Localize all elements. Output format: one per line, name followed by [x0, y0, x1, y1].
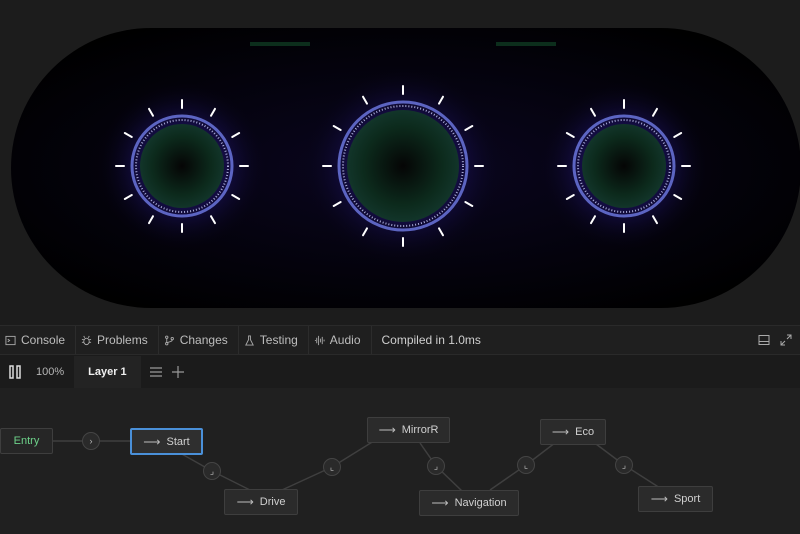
- flask-icon: [244, 334, 254, 346]
- tab-problems[interactable]: Problems: [76, 326, 159, 354]
- right-gauge-face: [582, 124, 666, 208]
- node-start[interactable]: ⟶ Start: [130, 428, 203, 455]
- arrow-icon: ⟶: [650, 492, 668, 506]
- node-sport-label: Sport: [673, 493, 701, 505]
- right-gauge: [540, 82, 708, 250]
- corner-icon: ⌞: [523, 459, 529, 470]
- tab-changes-label: Changes: [179, 333, 228, 347]
- transition-navigation-eco[interactable]: ⌞: [517, 456, 535, 474]
- bug-icon: [81, 335, 92, 345]
- tab-console-label: Console: [21, 333, 66, 347]
- console-icon: [5, 335, 16, 345]
- hamburger-icon: [149, 367, 162, 377]
- panel-tabbar: Console Problems Changes Testing Audio C…: [0, 325, 800, 355]
- node-entry[interactable]: Entry: [0, 428, 53, 454]
- indicator-bar-right: [496, 42, 556, 46]
- arrow-icon: ⟶: [236, 495, 254, 509]
- corner-icon: ⌞: [329, 461, 335, 472]
- panel-toggle-icon[interactable]: [758, 334, 770, 346]
- tab-testing[interactable]: Testing: [239, 326, 309, 354]
- node-mirrorr-label: MirrorR: [401, 424, 439, 436]
- preview-canvas: [0, 0, 800, 325]
- pause-icon: [9, 365, 21, 379]
- expand-icon[interactable]: [780, 334, 792, 346]
- add-layer-button[interactable]: [167, 356, 189, 388]
- arrow-icon: ⟶: [378, 423, 396, 437]
- indicator-bar-left: [250, 42, 310, 46]
- node-sport[interactable]: ⟶ Sport: [638, 486, 713, 512]
- node-start-label: Start: [166, 435, 190, 448]
- tab-audio-label: Audio: [329, 333, 361, 347]
- node-eco-label: Eco: [575, 426, 595, 438]
- node-navigation[interactable]: ⟶ Navigation: [419, 490, 519, 516]
- transition-start-drive[interactable]: ⌟: [203, 462, 221, 480]
- arrow-icon: ⟶: [431, 496, 449, 510]
- tab-problems-label: Problems: [97, 333, 148, 347]
- transition-entry-start[interactable]: ›: [82, 432, 100, 450]
- node-drive-label: Drive: [259, 496, 286, 508]
- layer-toolbar: 100% Layer 1: [0, 356, 800, 388]
- graph-connections: [52, 430, 661, 492]
- transition-drive-mirrorr[interactable]: ⌞: [323, 458, 341, 476]
- tab-console[interactable]: Console: [0, 326, 77, 354]
- compile-status: Compiled in 1.0ms: [381, 333, 481, 347]
- tab-audio[interactable]: Audio: [309, 326, 372, 354]
- node-entry-label: Entry: [13, 435, 40, 447]
- node-navigation-label: Navigation: [454, 497, 507, 509]
- corner-icon: ⌟: [209, 465, 215, 476]
- node-drive[interactable]: ⟶ Drive: [224, 489, 298, 515]
- chevron-right-icon: ›: [89, 436, 93, 446]
- tab-testing-label: Testing: [259, 333, 298, 347]
- zoom-level[interactable]: 100%: [30, 366, 70, 378]
- plus-icon: [171, 366, 184, 378]
- pause-button[interactable]: [0, 356, 30, 388]
- tab-changes[interactable]: Changes: [159, 326, 239, 354]
- branch-icon: [164, 335, 174, 345]
- waveform-icon: [314, 335, 325, 345]
- corner-icon: ⌟: [433, 460, 439, 471]
- arrow-icon: ⟶: [143, 434, 161, 449]
- center-gauge: [305, 68, 501, 264]
- dashboard-artboard: [11, 28, 800, 308]
- corner-icon: ⌟: [621, 459, 627, 470]
- center-gauge-face: [347, 110, 459, 222]
- layers-menu-button[interactable]: [145, 356, 167, 388]
- node-mirrorr[interactable]: ⟶ MirrorR: [367, 417, 450, 443]
- node-eco[interactable]: ⟶ Eco: [540, 419, 606, 445]
- tab-layer-1[interactable]: Layer 1: [74, 356, 141, 388]
- transition-eco-sport[interactable]: ⌟: [615, 456, 633, 474]
- arrow-icon: ⟶: [551, 425, 570, 439]
- layer-tab-label: Layer 1: [88, 366, 127, 378]
- state-machine-graph: Entry ⟶ Start ⟶ Drive ⟶ MirrorR ⟶ Naviga…: [0, 388, 800, 534]
- left-gauge-face: [140, 124, 224, 208]
- transition-mirrorr-navigation[interactable]: ⌟: [427, 457, 445, 475]
- left-gauge: [98, 82, 266, 250]
